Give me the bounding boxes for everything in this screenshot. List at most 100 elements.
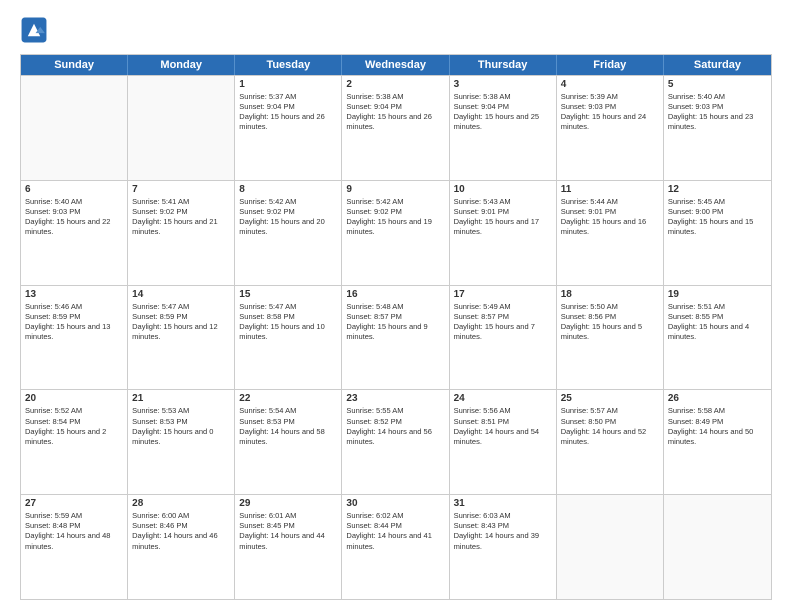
day-number: 13 [25,289,123,300]
day-number: 14 [132,289,230,300]
calendar-cell: 4 Sunrise: 5:39 AM Sunset: 9:03 PM Daylig… [557,76,664,180]
calendar-cell: 16Sunrise: 5:48 AM Sunset: 8:57 PM Dayli… [342,286,449,390]
cell-details: Sunrise: 5:38 AM Sunset: 9:04 PM Dayligh… [346,92,444,133]
cell-details: Sunrise: 5:42 AM Sunset: 9:02 PM Dayligh… [239,197,337,238]
day-number: 25 [561,393,659,404]
cell-details: Sunrise: 5:52 AM Sunset: 8:54 PM Dayligh… [25,406,123,447]
cell-details: Sunrise: 6:02 AM Sunset: 8:44 PM Dayligh… [346,511,444,552]
cell-details: Sunrise: 5:58 AM Sunset: 8:49 PM Dayligh… [668,406,767,447]
day-number: 15 [239,289,337,300]
calendar-cell: 14 Sunrise: 5:47 AM Sunset: 8:59 PM Dayli… [128,286,235,390]
day-number: 28 [132,498,230,509]
cell-details: Sunrise: 5:55 AM Sunset: 8:52 PM Dayligh… [346,406,444,447]
day-number: 1 [239,79,337,90]
calendar-cell: 3 Sunrise: 5:38 AM Sunset: 9:04 PM Daylig… [450,76,557,180]
day-number: 16 [346,289,444,300]
weekday-header: Saturday [664,55,771,75]
cell-details: Sunrise: 5:40 AM Sunset: 9:03 PM Dayligh… [668,92,767,133]
weekday-header: Wednesday [342,55,449,75]
day-number: 20 [25,393,123,404]
calendar-header: SundayMondayTuesdayWednesdayThursdayFrid… [21,55,771,75]
day-number: 24 [454,393,552,404]
calendar-body: 1 Sunrise: 5:37 AM Sunset: 9:04 PM Daylig… [21,75,771,599]
cell-details: Sunrise: 5:49 AM Sunset: 8:57 PM Dayligh… [454,302,552,343]
cell-details: Sunrise: 5:59 AM Sunset: 8:48 PM Dayligh… [25,511,123,552]
cell-details: Sunrise: 5:53 AM Sunset: 8:53 PM Dayligh… [132,406,230,447]
calendar-cell: 25 Sunrise: 5:57 AM Sunset: 8:50 PM Dayli… [557,390,664,494]
day-number: 23 [346,393,444,404]
logo [20,16,52,44]
cell-details: Sunrise: 5:51 AM Sunset: 8:55 PM Dayligh… [668,302,767,343]
calendar-cell: 21 Sunrise: 5:53 AM Sunset: 8:53 PM Dayli… [128,390,235,494]
calendar-cell: 31 Sunrise: 6:03 AM Sunset: 8:43 PM Dayli… [450,495,557,599]
day-number: 17 [454,289,552,300]
day-number: 19 [668,289,767,300]
calendar-cell: 13 Sunrise: 5:46 AM Sunset: 8:59 PM Dayli… [21,286,128,390]
cell-details: Sunrise: 5:47 AM Sunset: 8:59 PM Dayligh… [132,302,230,343]
calendar-row: 13 Sunrise: 5:46 AM Sunset: 8:59 PM Dayli… [21,285,771,390]
cell-details: Sunrise: 5:47 AM Sunset: 8:58 PM Dayligh… [239,302,337,343]
cell-details: Sunrise: 5:38 AM Sunset: 9:04 PM Dayligh… [454,92,552,133]
calendar-cell: 10 Sunrise: 5:43 AM Sunset: 9:01 PM Dayli… [450,181,557,285]
calendar-cell: 7 Sunrise: 5:41 AM Sunset: 9:02 PM Daylig… [128,181,235,285]
calendar-cell: 26 Sunrise: 5:58 AM Sunset: 8:49 PM Dayli… [664,390,771,494]
cell-details: Sunrise: 5:42 AM Sunset: 9:02 PM Dayligh… [346,197,444,238]
calendar-cell: 2Sunrise: 5:38 AM Sunset: 9:04 PM Daylig… [342,76,449,180]
calendar-cell: 20 Sunrise: 5:52 AM Sunset: 8:54 PM Dayli… [21,390,128,494]
day-number: 6 [25,184,123,195]
calendar-cell: 9 Sunrise: 5:42 AM Sunset: 9:02 PM Daylig… [342,181,449,285]
cell-details: Sunrise: 5:57 AM Sunset: 8:50 PM Dayligh… [561,406,659,447]
day-number: 3 [454,79,552,90]
calendar-row: 27 Sunrise: 5:59 AM Sunset: 8:48 PM Dayli… [21,494,771,599]
day-number: 7 [132,184,230,195]
logo-icon [20,16,48,44]
calendar-cell: 6Sunrise: 5:40 AM Sunset: 9:03 PM Daylig… [21,181,128,285]
calendar-cell: 19 Sunrise: 5:51 AM Sunset: 8:55 PM Dayli… [664,286,771,390]
cell-details: Sunrise: 5:56 AM Sunset: 8:51 PM Dayligh… [454,406,552,447]
page-header [20,16,772,44]
calendar-cell: 22Sunrise: 5:54 AM Sunset: 8:53 PM Dayli… [235,390,342,494]
calendar-cell: 11Sunrise: 5:44 AM Sunset: 9:01 PM Dayli… [557,181,664,285]
day-number: 12 [668,184,767,195]
calendar-cell [128,76,235,180]
day-number: 18 [561,289,659,300]
calendar-cell: 18 Sunrise: 5:50 AM Sunset: 8:56 PM Dayli… [557,286,664,390]
weekday-header: Sunday [21,55,128,75]
weekday-header: Tuesday [235,55,342,75]
calendar-cell [21,76,128,180]
day-number: 8 [239,184,337,195]
cell-details: Sunrise: 5:50 AM Sunset: 8:56 PM Dayligh… [561,302,659,343]
day-number: 21 [132,393,230,404]
calendar-cell: 15 Sunrise: 5:47 AM Sunset: 8:58 PM Dayli… [235,286,342,390]
day-number: 31 [454,498,552,509]
calendar-cell [557,495,664,599]
day-number: 30 [346,498,444,509]
weekday-header: Monday [128,55,235,75]
cell-details: Sunrise: 5:46 AM Sunset: 8:59 PM Dayligh… [25,302,123,343]
cell-details: Sunrise: 5:41 AM Sunset: 9:02 PM Dayligh… [132,197,230,238]
calendar-cell [664,495,771,599]
calendar-cell: 29Sunrise: 6:01 AM Sunset: 8:45 PM Dayli… [235,495,342,599]
cell-details: Sunrise: 6:00 AM Sunset: 8:46 PM Dayligh… [132,511,230,552]
cell-details: Sunrise: 6:03 AM Sunset: 8:43 PM Dayligh… [454,511,552,552]
weekday-header: Friday [557,55,664,75]
day-number: 9 [346,184,444,195]
cell-details: Sunrise: 5:39 AM Sunset: 9:03 PM Dayligh… [561,92,659,133]
calendar-cell: 30 Sunrise: 6:02 AM Sunset: 8:44 PM Dayli… [342,495,449,599]
cell-details: Sunrise: 5:44 AM Sunset: 9:01 PM Dayligh… [561,197,659,238]
calendar-cell: 5Sunrise: 5:40 AM Sunset: 9:03 PM Daylig… [664,76,771,180]
cell-details: Sunrise: 5:37 AM Sunset: 9:04 PM Dayligh… [239,92,337,133]
day-number: 4 [561,79,659,90]
calendar-cell: 23 Sunrise: 5:55 AM Sunset: 8:52 PM Dayli… [342,390,449,494]
cell-details: Sunrise: 5:45 AM Sunset: 9:00 PM Dayligh… [668,197,767,238]
calendar-cell: 28 Sunrise: 6:00 AM Sunset: 8:46 PM Dayli… [128,495,235,599]
day-number: 27 [25,498,123,509]
calendar-row: 20 Sunrise: 5:52 AM Sunset: 8:54 PM Dayli… [21,389,771,494]
calendar-row: 6Sunrise: 5:40 AM Sunset: 9:03 PM Daylig… [21,180,771,285]
calendar-cell: 1 Sunrise: 5:37 AM Sunset: 9:04 PM Daylig… [235,76,342,180]
cell-details: Sunrise: 5:43 AM Sunset: 9:01 PM Dayligh… [454,197,552,238]
day-number: 26 [668,393,767,404]
cell-details: Sunrise: 5:54 AM Sunset: 8:53 PM Dayligh… [239,406,337,447]
weekday-header: Thursday [450,55,557,75]
day-number: 10 [454,184,552,195]
